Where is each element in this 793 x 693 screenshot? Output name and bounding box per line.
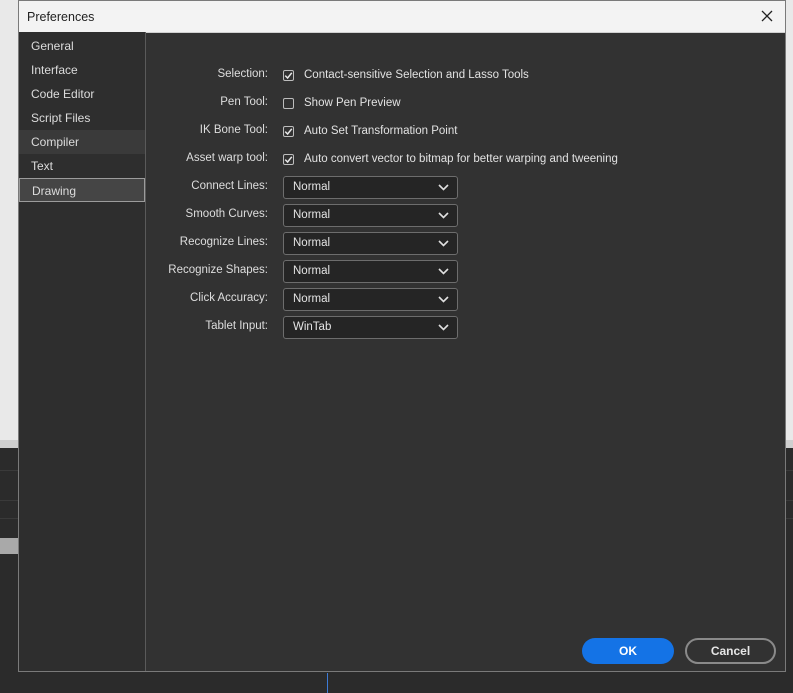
smooth-curves-value: Normal — [293, 209, 331, 221]
chevron-down-icon — [438, 239, 449, 247]
recognize-lines-dropdown[interactable]: Normal — [283, 231, 458, 255]
recognize-shapes-label: Recognize Shapes: — [168, 264, 268, 276]
background-playhead — [327, 673, 328, 693]
selection-checkbox[interactable] — [283, 69, 294, 81]
click-accuracy-dropdown[interactable]: Normal — [283, 287, 458, 311]
pen-tool-checkbox[interactable] — [283, 97, 294, 109]
pen-tool-row: Pen Tool: Show Pen Preview — [146, 92, 401, 114]
asset-warp-tool-checkbox[interactable] — [283, 153, 294, 165]
preferences-dialog: Preferences General Interface Code Edito… — [18, 0, 786, 672]
click-accuracy-value: Normal — [293, 293, 331, 305]
pen-tool-option-text: Show Pen Preview — [304, 97, 401, 109]
sidebar-item-label: Compiler — [31, 135, 80, 149]
chevron-down-icon — [438, 183, 449, 191]
selection-option-text: Contact-sensitive Selection and Lasso To… — [304, 69, 529, 81]
chevron-down-icon — [438, 267, 449, 275]
dialog-title: Preferences — [27, 10, 95, 24]
sidebar-item-label: General — [31, 39, 74, 53]
cancel-button[interactable]: Cancel — [685, 638, 776, 664]
sidebar-item-text[interactable]: Text — [19, 154, 145, 178]
sidebar-item-label: Drawing — [32, 184, 77, 198]
pen-tool-label: Pen Tool: — [220, 96, 268, 108]
ik-bone-tool-checkbox[interactable] — [283, 125, 294, 137]
selection-label: Selection: — [217, 68, 268, 80]
sidebar-item-code-editor[interactable]: Code Editor — [19, 82, 145, 106]
ik-bone-tool-option-text: Auto Set Transformation Point — [304, 125, 458, 137]
selection-row: Selection: Contact-sensitive Selection a… — [146, 64, 529, 86]
ik-bone-tool-row: IK Bone Tool: Auto Set Transformation Po… — [146, 120, 458, 142]
preferences-sidebar: General Interface Code Editor Script Fil… — [19, 32, 146, 671]
recognize-shapes-row: Recognize Shapes: Normal — [146, 259, 458, 283]
drawing-preferences-panel: Selection: Contact-sensitive Selection a… — [146, 32, 785, 671]
connect-lines-row: Connect Lines: Normal — [146, 175, 458, 199]
recognize-lines-row: Recognize Lines: Normal — [146, 231, 458, 255]
title-bar: Preferences — [19, 1, 785, 33]
ok-button[interactable]: OK — [582, 638, 674, 664]
sidebar-item-label: Interface — [31, 63, 78, 77]
chevron-down-icon — [438, 295, 449, 303]
checkmark-icon — [284, 155, 293, 163]
smooth-curves-dropdown[interactable]: Normal — [283, 203, 458, 227]
sidebar-item-compiler[interactable]: Compiler — [19, 130, 145, 154]
sidebar-item-label: Text — [31, 159, 54, 173]
recognize-shapes-value: Normal — [293, 265, 331, 277]
asset-warp-tool-label: Asset warp tool: — [186, 152, 268, 164]
ik-bone-tool-label: IK Bone Tool: — [199, 124, 268, 136]
sidebar-item-drawing[interactable]: Drawing — [19, 178, 145, 202]
tablet-input-dropdown[interactable]: WinTab — [283, 315, 458, 339]
close-icon — [761, 10, 773, 22]
asset-warp-tool-row: Asset warp tool: Auto convert vector to … — [146, 148, 618, 170]
tablet-input-value: WinTab — [293, 321, 332, 333]
recognize-lines-label: Recognize Lines: — [179, 236, 268, 248]
chevron-down-icon — [438, 211, 449, 219]
connect-lines-label: Connect Lines: — [191, 180, 268, 192]
recognize-lines-value: Normal — [293, 237, 331, 249]
background-timeline-block — [0, 538, 18, 554]
connect-lines-value: Normal — [293, 181, 331, 193]
click-accuracy-label: Click Accuracy: — [190, 292, 268, 304]
sidebar-item-general[interactable]: General — [19, 34, 145, 58]
close-button[interactable] — [757, 6, 777, 26]
tablet-input-row: Tablet Input: WinTab — [146, 315, 458, 339]
smooth-curves-label: Smooth Curves: — [185, 208, 268, 220]
sidebar-item-interface[interactable]: Interface — [19, 58, 145, 82]
click-accuracy-row: Click Accuracy: Normal — [146, 287, 458, 311]
checkmark-icon — [284, 127, 293, 135]
smooth-curves-row: Smooth Curves: Normal — [146, 203, 458, 227]
sidebar-item-label: Code Editor — [31, 87, 95, 101]
sidebar-item-label: Script Files — [31, 111, 91, 125]
connect-lines-dropdown[interactable]: Normal — [283, 175, 458, 199]
tablet-input-label: Tablet Input: — [205, 320, 268, 332]
chevron-down-icon — [438, 323, 449, 331]
sidebar-item-script-files[interactable]: Script Files — [19, 106, 145, 130]
recognize-shapes-dropdown[interactable]: Normal — [283, 259, 458, 283]
asset-warp-tool-option-text: Auto convert vector to bitmap for better… — [304, 153, 618, 165]
checkmark-icon — [284, 71, 293, 79]
